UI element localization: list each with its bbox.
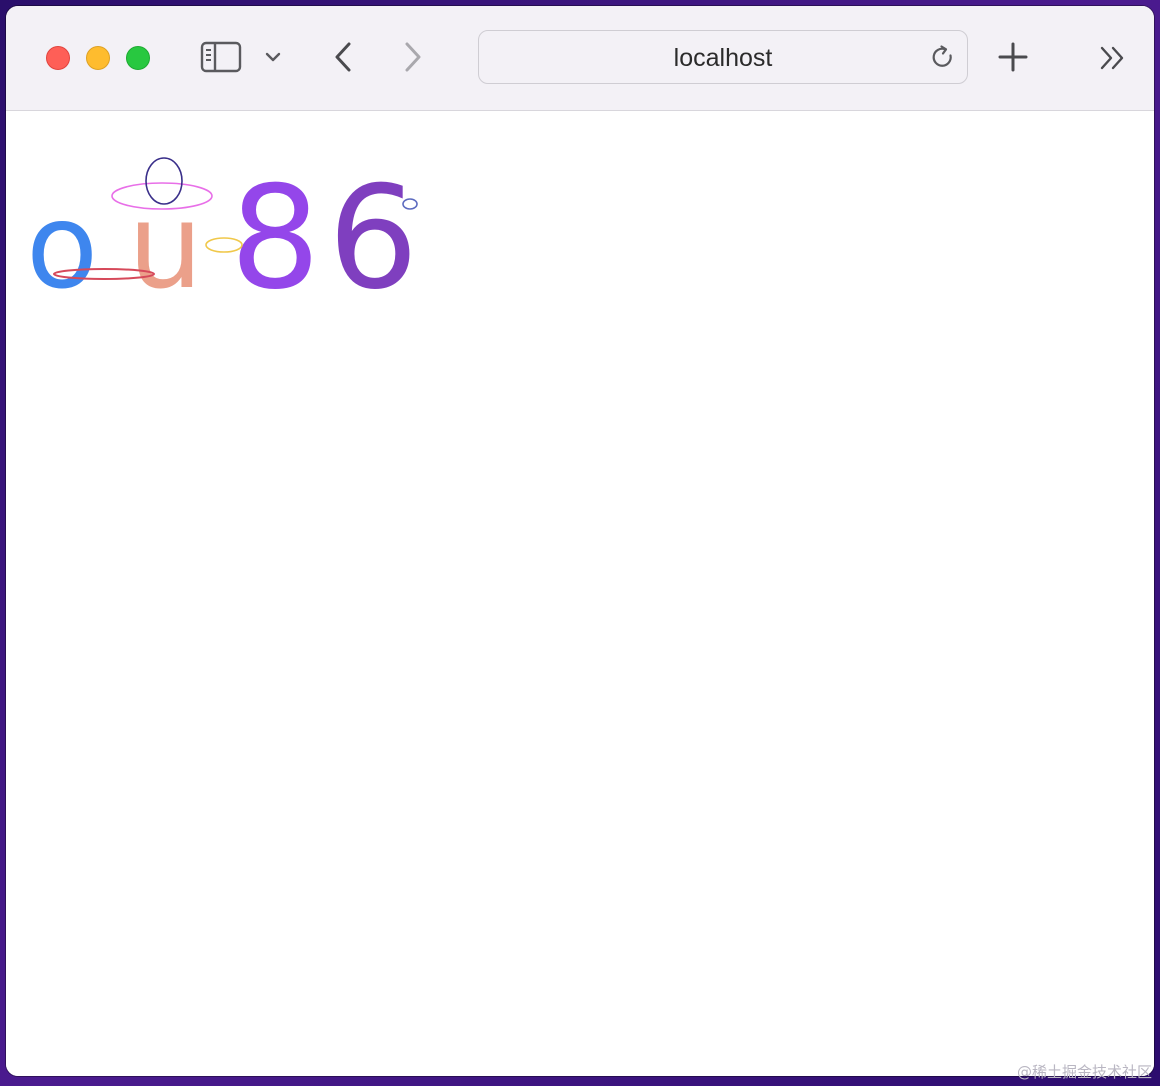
browser-toolbar: localhost [6, 6, 1154, 111]
close-window-button[interactable] [46, 46, 70, 70]
plus-icon[interactable] [996, 40, 1030, 74]
minimize-window-button[interactable] [86, 46, 110, 70]
captcha-char-6: 6 [328, 156, 418, 299]
reload-icon[interactable] [929, 43, 957, 71]
address-text: localhost [673, 44, 773, 72]
address-bar[interactable]: localhost [478, 30, 968, 84]
captcha-char-8: 8 [230, 156, 320, 299]
captcha-char-o: o [26, 177, 98, 299]
browser-window: localhost o u 8 6 [6, 6, 1154, 1076]
chevron-down-icon[interactable] [262, 46, 284, 68]
sidebar-icon[interactable] [200, 40, 242, 74]
back-icon[interactable] [328, 40, 358, 74]
double-chevron-right-icon[interactable] [1098, 44, 1128, 72]
page-content: o u 8 6 [6, 111, 1154, 1076]
captcha-char-u: u [128, 177, 203, 299]
zoom-window-button[interactable] [126, 46, 150, 70]
forward-icon[interactable] [398, 40, 428, 74]
watermark: @稀土掘金技术社区 [1016, 1063, 1152, 1081]
captcha-image[interactable]: o u 8 6 [16, 139, 436, 299]
